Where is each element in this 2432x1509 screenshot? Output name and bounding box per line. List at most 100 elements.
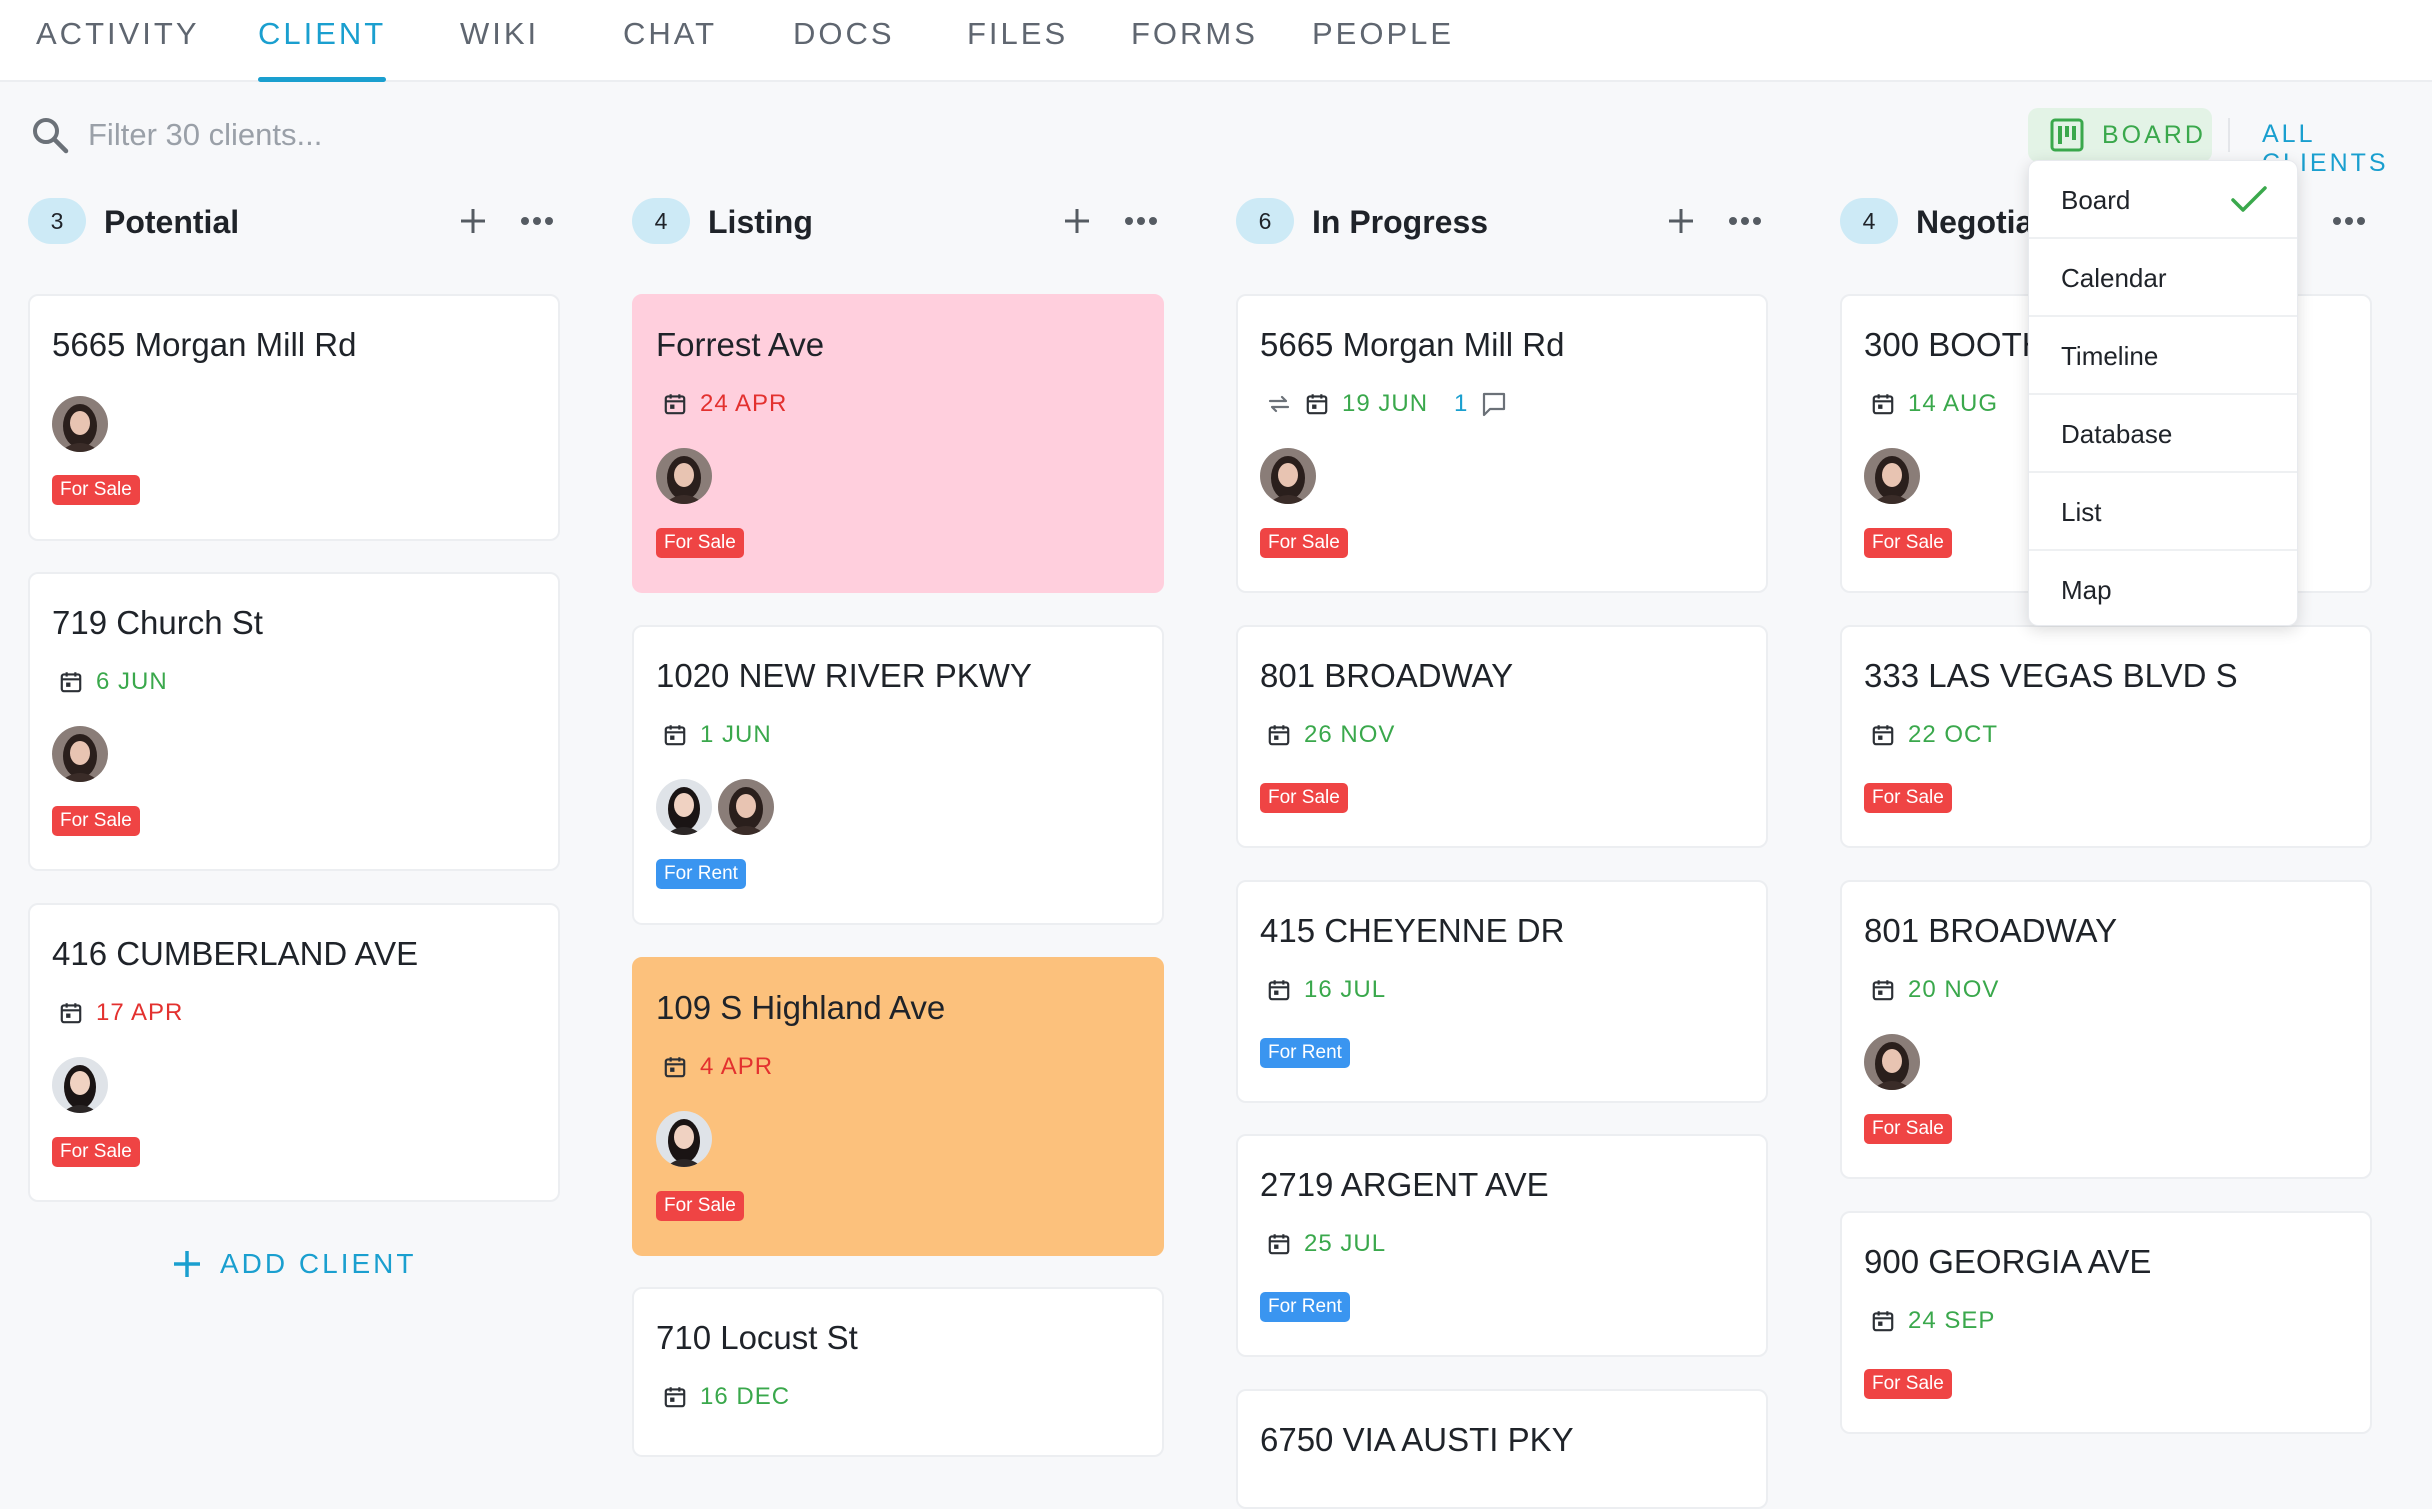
avatar[interactable] (1864, 1034, 1920, 1090)
card-assignees (52, 1057, 108, 1113)
view-option-label: Map (2061, 575, 2112, 605)
tab-forms[interactable]: FORMS (1131, 16, 1258, 80)
calendar-icon (1870, 391, 1896, 417)
due-date: 14 AUG (1908, 390, 1999, 417)
plus-icon (1669, 209, 1693, 233)
top-navigation: ACTIVITY CLIENT WIKI CHAT DOCS FILES FOR… (0, 0, 2432, 82)
card-assignees (656, 448, 712, 504)
view-option-board[interactable]: Board (2029, 161, 2297, 239)
client-card[interactable]: 710 Locust St 16 DEC (632, 1287, 1164, 1457)
column-header-potential: 3 Potential (28, 198, 560, 252)
avatar[interactable] (1260, 448, 1316, 504)
tab-files[interactable]: FILES (967, 16, 1068, 80)
status-tag: For Sale (1864, 1114, 1952, 1144)
due-date: 19 JUN (1342, 390, 1429, 417)
checkmark-icon (2231, 186, 2267, 212)
calendar-icon (1266, 722, 1292, 748)
view-option-timeline[interactable]: Timeline (2029, 317, 2297, 395)
card-title: 300 BOOTH (1864, 326, 2046, 363)
calendar-icon (662, 722, 688, 748)
card-meta: 14 AUG (1870, 390, 1998, 418)
tab-label: DOCS (793, 16, 895, 51)
client-card[interactable]: 415 CHEYENNE DR 16 JUL For Rent (1236, 880, 1768, 1103)
avatar[interactable] (1864, 448, 1920, 504)
column-count-badge: 4 (1840, 198, 1898, 244)
avatar[interactable] (656, 779, 712, 835)
tab-label: CLIENT (258, 16, 387, 51)
card-title: Forrest Ave (656, 326, 825, 363)
view-option-database[interactable]: Database (2029, 395, 2297, 473)
view-option-map[interactable]: Map (2029, 551, 2297, 625)
card-title: 900 GEORGIA AVE (1864, 1243, 2152, 1280)
column-more-button[interactable] (1118, 198, 1164, 244)
plus-icon (174, 1251, 200, 1277)
view-option-label: Timeline (2061, 341, 2159, 371)
add-card-button[interactable] (1658, 198, 1704, 244)
client-card[interactable]: 416 CUMBERLAND AVE 17 APR For Sale (28, 903, 560, 1202)
column-count-badge: 4 (632, 198, 690, 244)
card-meta: 24 SEP (1870, 1307, 1995, 1335)
avatar[interactable] (52, 726, 108, 782)
tab-label: ACTIVITY (36, 16, 200, 51)
comment-icon (1483, 392, 1506, 417)
client-card[interactable]: 5665 Morgan Mill Rd For Sale (28, 294, 560, 541)
client-card[interactable]: 1020 NEW RIVER PKWY 1 JUN For Rent (632, 625, 1164, 925)
card-meta: 6 JUN (58, 668, 168, 696)
client-card[interactable]: 109 S Highland Ave 4 APR For Sale (632, 957, 1164, 1256)
tab-docs[interactable]: DOCS (793, 16, 895, 80)
calendar-icon (1870, 1308, 1896, 1334)
card-title: 5665 Morgan Mill Rd (52, 326, 357, 363)
add-client-button[interactable]: ADD CLIENT (172, 1248, 416, 1280)
column-more-button[interactable] (1722, 198, 1768, 244)
card-meta: 20 NOV (1870, 976, 1999, 1004)
avatar[interactable] (52, 396, 108, 452)
client-card[interactable]: Forrest Ave 24 APR For Sale (632, 294, 1164, 593)
card-title: 2719 ARGENT AVE (1260, 1166, 1549, 1203)
avatar[interactable] (656, 1111, 712, 1167)
card-title: 710 Locust St (656, 1319, 858, 1356)
avatar[interactable] (52, 1057, 108, 1113)
filter-clients-input[interactable] (88, 112, 988, 158)
column-more-button[interactable] (2326, 198, 2372, 244)
board-view-button[interactable]: BOARD (2028, 108, 2212, 162)
column-count-badge: 6 (1236, 198, 1294, 244)
client-card[interactable]: 801 BROADWAY 20 NOV For Sale (1840, 880, 2372, 1179)
column-title: Listing (708, 204, 813, 240)
active-tab-indicator (258, 77, 387, 82)
view-option-label: Board (2061, 185, 2131, 215)
status-tag: For Sale (1864, 1369, 1952, 1399)
add-card-button[interactable] (450, 198, 496, 244)
tab-activity[interactable]: ACTIVITY (36, 16, 200, 80)
view-option-calendar[interactable]: Calendar (2029, 239, 2297, 317)
avatar[interactable] (656, 448, 712, 504)
column-count-badge: 3 (28, 198, 86, 244)
board-icon (2050, 118, 2084, 152)
tab-chat[interactable]: CHAT (623, 16, 717, 80)
view-option-label: Calendar (2061, 263, 2167, 293)
status-tag: For Sale (656, 1191, 744, 1221)
client-card[interactable]: 333 LAS VEGAS BLVD S 22 OCT For Sale (1840, 625, 2372, 848)
tab-people[interactable]: PEOPLE (1312, 16, 1454, 80)
client-card[interactable]: 900 GEORGIA AVE 24 SEP For Sale (1840, 1211, 2372, 1434)
client-card[interactable]: 6750 VIA AUSTI PKY (1236, 1389, 1768, 1509)
client-card[interactable]: 5665 Morgan Mill Rd 19 JUN 1 For Sale (1236, 294, 1768, 593)
status-tag: For Sale (1260, 783, 1348, 813)
column-title: In Progress (1312, 204, 1489, 240)
client-card[interactable]: 2719 ARGENT AVE 25 JUL For Rent (1236, 1134, 1768, 1357)
card-assignees (1864, 448, 1920, 504)
client-card[interactable]: 801 BROADWAY 26 NOV For Sale (1236, 625, 1768, 848)
calendar-icon (1304, 391, 1330, 417)
tab-client[interactable]: CLIENT (258, 16, 387, 82)
add-card-button[interactable] (1054, 198, 1100, 244)
column-more-button[interactable] (514, 198, 560, 244)
more-horizontal-icon (521, 217, 553, 225)
tab-wiki[interactable]: WIKI (460, 16, 539, 80)
card-title: 416 CUMBERLAND AVE (52, 935, 419, 972)
view-option-list[interactable]: List (2029, 473, 2297, 551)
calendar-icon (662, 1054, 688, 1080)
plus-icon (461, 209, 485, 233)
avatar[interactable] (718, 779, 774, 835)
add-client-label: ADD CLIENT (220, 1248, 417, 1279)
client-card[interactable]: 719 Church St 6 JUN For Sale (28, 572, 560, 871)
more-horizontal-icon (2333, 217, 2365, 225)
